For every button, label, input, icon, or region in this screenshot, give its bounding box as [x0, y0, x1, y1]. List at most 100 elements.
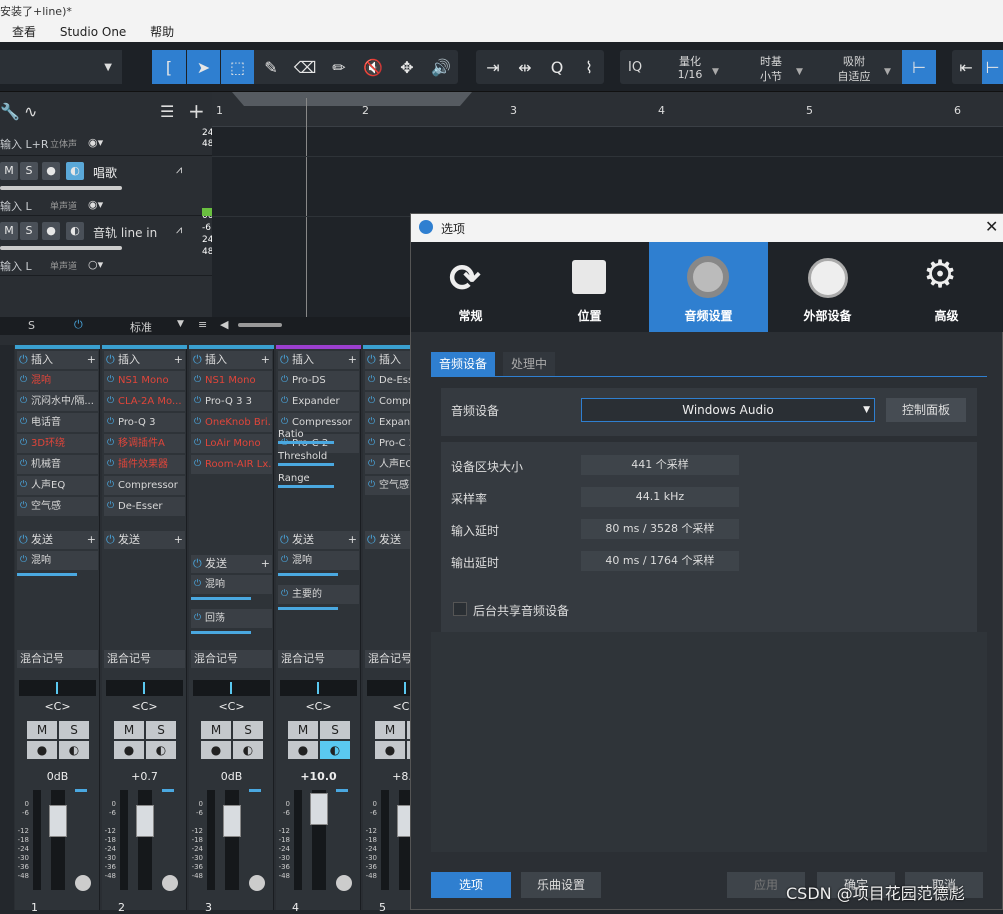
power-icon[interactable]: ⏻ [281, 392, 288, 411]
control-panel-button[interactable]: 控制面板 [886, 398, 966, 422]
send-header[interactable]: ⏻发送 + [278, 531, 359, 549]
power-icon[interactable]: ⏻ [368, 371, 375, 390]
timeline-ruler[interactable]: 1 2 3 4 5 6 [212, 92, 1003, 127]
channel-options-icon[interactable] [336, 875, 352, 891]
power-icon[interactable]: ⏻ [281, 371, 288, 390]
monitor-icon[interactable]: ◐ [66, 222, 84, 240]
tab-external-devices[interactable]: 外部设备 [768, 242, 887, 332]
insert-header[interactable]: ⏻插入 + [17, 351, 98, 369]
insert-slot[interactable]: ⏻ LoAir Mono [191, 434, 272, 453]
power-icon[interactable]: ⏻ [194, 609, 201, 628]
monitor-toggle-icon[interactable]: ◉▾ [88, 136, 103, 149]
add-icon[interactable]: + [87, 531, 96, 549]
send-slot[interactable]: ⏻ 混响 [17, 551, 98, 570]
insert-slot[interactable]: ⏻ 移调插件A [104, 434, 185, 453]
send-level-slider[interactable] [17, 573, 77, 576]
scrollbar[interactable] [238, 323, 282, 327]
monitor-icon[interactable]: ◐ [320, 741, 350, 759]
playhead[interactable] [306, 98, 307, 317]
power-icon[interactable]: ⏻ [281, 551, 288, 570]
power-icon[interactable]: ⏻ [19, 531, 28, 549]
power-icon[interactable]: ⏻ [367, 351, 376, 369]
automation-icon[interactable]: ∿ [24, 102, 37, 121]
power-icon[interactable]: ⏻ [107, 476, 114, 495]
insert-header[interactable]: ⏻插入 + [191, 351, 272, 369]
scroll-left-icon[interactable]: ◀ [220, 318, 228, 331]
channel-gain[interactable]: 0dB [189, 770, 274, 783]
list-icon[interactable]: ☰ [160, 102, 174, 121]
mute-button[interactable]: M [114, 721, 144, 739]
power-icon[interactable]: ⏻ [20, 434, 27, 453]
marker-icon[interactable]: ⊢ [982, 50, 1003, 84]
insert-slot[interactable]: ⏻ Expander [278, 392, 359, 411]
record-icon[interactable]: ● [42, 162, 60, 180]
insert-slot[interactable]: ⏻ 插件效果器 [104, 455, 185, 474]
record-icon[interactable]: ● [27, 741, 57, 759]
channel-gain[interactable]: +10.0 [276, 770, 361, 783]
add-icon[interactable]: + [348, 531, 357, 549]
pan-knob[interactable] [19, 680, 96, 696]
insert-slot[interactable]: ⏻ Room-AIR Lx... [191, 455, 272, 474]
menu-icon[interactable]: ≡ [198, 318, 207, 331]
mix-automation-label[interactable]: 混合记号 [104, 650, 185, 668]
solo-button[interactable]: S [146, 721, 176, 739]
channel-options-icon[interactable] [75, 875, 91, 891]
send-header[interactable]: ⏻发送 + [17, 531, 98, 549]
track-input[interactable]: 输入 L [0, 198, 32, 214]
insert-slot[interactable]: ⏻ 3D环绕 [17, 434, 98, 453]
send-slot[interactable]: ⏻ 主要的 [278, 585, 359, 604]
mute-button[interactable]: M [0, 222, 18, 240]
param-slider[interactable] [278, 441, 334, 444]
mute-button[interactable]: M [27, 721, 57, 739]
record-icon[interactable]: ● [375, 741, 405, 759]
send-slot[interactable]: ⏻ 混响 [191, 575, 272, 594]
power-icon[interactable]: ⏻ [107, 413, 114, 432]
timebase-value[interactable]: 小节 [748, 68, 794, 84]
row-value[interactable]: 44.1 kHz [581, 487, 739, 507]
insert-slot[interactable]: ⏻ NS1 Mono [104, 371, 185, 390]
power-icon[interactable]: ⏻ [368, 476, 375, 495]
channel-options-icon[interactable] [162, 875, 178, 891]
record-icon[interactable]: ● [42, 222, 60, 240]
volume-fader[interactable] [310, 793, 328, 825]
add-icon[interactable]: + [174, 531, 183, 549]
background-share-checkbox[interactable] [453, 602, 467, 616]
power-icon[interactable]: ⏻ [19, 351, 28, 369]
bracket-tool-icon[interactable]: [ [152, 50, 186, 84]
power-icon[interactable]: ⏻ [107, 434, 114, 453]
quantize-q-icon[interactable]: Q [540, 50, 574, 84]
track-row[interactable]: 输入 L+R 立体声 ◉▾ 24 48 [0, 128, 213, 156]
eraser-tool-icon[interactable]: ⌫ [288, 50, 322, 84]
insert-header[interactable]: ⏻插入 + [104, 351, 185, 369]
insert-slot[interactable]: ⏻ 电话音 [17, 413, 98, 432]
power-icon[interactable]: ⏻ [74, 318, 83, 332]
mute-tool-icon[interactable]: 🔇 [356, 50, 390, 84]
mute-button[interactable]: M [375, 721, 405, 739]
subtab-processing[interactable]: 处理中 [503, 352, 556, 376]
monitor-toggle-icon[interactable]: ◉▾ [88, 198, 103, 211]
power-icon[interactable]: ⏻ [193, 555, 202, 573]
insert-slot[interactable]: ⏻ 机械音 [17, 455, 98, 474]
track-volume-slider[interactable] [0, 246, 122, 250]
solo-button[interactable]: S [20, 162, 38, 180]
track-row[interactable]: M S ● ◐ 唱歌 ⩘ 输入 L 单声道 ◉▾ [0, 156, 212, 216]
monitor-icon[interactable]: ◐ [59, 741, 89, 759]
listen-tool-icon[interactable]: 🔊 [424, 50, 458, 84]
device-select[interactable]: Windows Audio ▼ [581, 398, 875, 422]
power-icon[interactable]: ⏻ [194, 575, 201, 594]
toolbar-combo[interactable]: ▼ [0, 50, 122, 84]
power-icon[interactable]: ⏻ [194, 413, 201, 432]
row-value[interactable]: 441 个采样 [581, 455, 739, 475]
power-icon[interactable]: ⏻ [20, 392, 27, 411]
snap-value[interactable]: 自适应 [826, 68, 882, 84]
power-icon[interactable]: ⏻ [368, 413, 375, 432]
brush-tool-icon[interactable]: ✎ [254, 50, 288, 84]
insert-slot[interactable]: ⏻ Pro-Q 3 [104, 413, 185, 432]
song-settings-button[interactable]: 乐曲设置 [521, 872, 601, 898]
insert-slot[interactable]: ⏻ 沉闷水中/隔... [17, 392, 98, 411]
solo-button[interactable]: S [233, 721, 263, 739]
mix-automation-label[interactable]: 混合记号 [278, 650, 359, 668]
power-icon[interactable]: ⏻ [107, 392, 114, 411]
send-level-slider[interactable] [278, 607, 338, 610]
volume-fader[interactable] [49, 805, 67, 837]
